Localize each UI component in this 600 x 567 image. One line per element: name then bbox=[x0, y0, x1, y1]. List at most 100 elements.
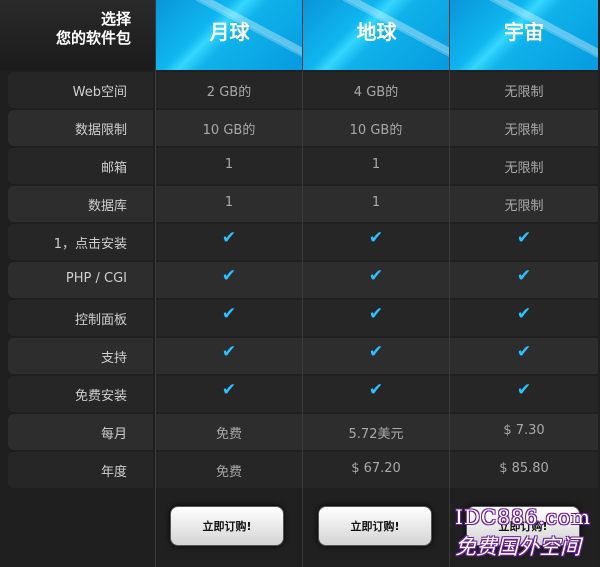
plan-header-earth: 地球 bbox=[303, 0, 450, 70]
order-button-label: 立即订购! bbox=[202, 520, 252, 533]
plan-name: 地球 bbox=[356, 20, 397, 44]
feature-label: 每月 bbox=[100, 427, 127, 442]
corner-header: 选择 您的软件包 bbox=[0, 0, 155, 70]
feature-value: 无限制 bbox=[504, 85, 544, 100]
feature-label-cell: 年度 bbox=[8, 452, 153, 488]
feature-value: 10 GB的 bbox=[202, 123, 256, 138]
feature-label: 邮箱 bbox=[100, 161, 127, 176]
feature-label: 年度 bbox=[100, 465, 127, 480]
feature-value-cell: ✔ bbox=[303, 262, 449, 298]
feature-value-cell: 无限制 bbox=[450, 186, 598, 222]
feature-value-cell: ✔ bbox=[156, 224, 302, 260]
feature-label-cell: PHP / CGI bbox=[8, 262, 153, 298]
checkmark-icon: ✔ bbox=[368, 304, 384, 324]
feature-row: 控制面板 ✔ ✔ ✔ bbox=[0, 300, 600, 336]
feature-label-cell: 数据限制 bbox=[8, 110, 153, 146]
feature-value: 无限制 bbox=[504, 199, 544, 214]
feature-value-cell: 免费 bbox=[156, 452, 302, 488]
feature-label: 1，点击安装 bbox=[53, 237, 127, 252]
feature-value: 免费 bbox=[215, 427, 242, 442]
checkmark-icon: ✔ bbox=[516, 380, 532, 400]
corner-title-line1: 选择 bbox=[100, 10, 131, 28]
plan-header-universe: 宇宙 bbox=[450, 0, 598, 70]
feature-value: 10 GB的 bbox=[349, 123, 403, 138]
feature-value-cell: $ 85.80 bbox=[450, 452, 598, 488]
feature-value: 1 bbox=[371, 157, 381, 172]
feature-value-cell: 无限制 bbox=[450, 148, 598, 184]
feature-value-cell: $ 67.20 bbox=[303, 452, 449, 488]
feature-value-cell: ✔ bbox=[156, 300, 302, 336]
order-button-moon[interactable]: 立即订购! bbox=[170, 506, 284, 546]
feature-value: 4 GB的 bbox=[353, 85, 399, 100]
feature-value: $ 85.80 bbox=[499, 461, 549, 476]
feature-value-cell: ✔ bbox=[156, 262, 302, 298]
feature-row: 年度 免费 $ 67.20 $ 85.80 bbox=[0, 452, 600, 488]
feature-value: 1 bbox=[224, 195, 234, 210]
order-button-earth[interactable]: 立即订购! bbox=[318, 506, 432, 546]
feature-value-cell: ✔ bbox=[450, 224, 598, 260]
checkmark-icon: ✔ bbox=[221, 304, 237, 324]
feature-value: 2 GB的 bbox=[206, 85, 252, 100]
checkmark-icon: ✔ bbox=[221, 342, 237, 362]
pricing-table: 选择 您的软件包 月球 地球 宇宙 Web空间 2 GB的 4 GB的 无限制 数据限制… bbox=[0, 0, 600, 567]
feature-value-cell: 1 bbox=[156, 186, 302, 222]
feature-label: PHP / CGI bbox=[65, 271, 127, 286]
feature-value-cell: 免费 bbox=[156, 414, 302, 450]
feature-label-cell: Web空间 bbox=[8, 72, 153, 108]
checkmark-icon: ✔ bbox=[368, 380, 384, 400]
feature-value-cell: 2 GB的 bbox=[156, 72, 302, 108]
feature-label: 数据库 bbox=[87, 199, 127, 214]
feature-value-cell: 10 GB的 bbox=[156, 110, 302, 146]
feature-value-cell: 1 bbox=[303, 186, 449, 222]
feature-row: Web空间 2 GB的 4 GB的 无限制 bbox=[0, 72, 600, 108]
feature-value-cell: 1 bbox=[156, 148, 302, 184]
feature-value-cell: ✔ bbox=[450, 300, 598, 336]
feature-row: 数据限制 10 GB的 10 GB的 无限制 bbox=[0, 110, 600, 146]
feature-row: 数据库 1 1 无限制 bbox=[0, 186, 600, 222]
corner-title: 选择 您的软件包 bbox=[56, 10, 131, 48]
feature-value-cell: $ 7.30 bbox=[450, 414, 598, 450]
feature-label-cell: 邮箱 bbox=[8, 148, 153, 184]
feature-value: 免费 bbox=[215, 465, 242, 480]
watermark-slogan: 免费国外空间 bbox=[455, 535, 581, 559]
feature-value-cell: ✔ bbox=[450, 376, 598, 412]
checkmark-icon: ✔ bbox=[221, 380, 237, 400]
checkmark-icon: ✔ bbox=[516, 342, 532, 362]
feature-value-cell: 5.72美元 bbox=[303, 414, 449, 450]
plan-header-moon: 月球 bbox=[156, 0, 303, 70]
feature-value: 无限制 bbox=[504, 161, 544, 176]
feature-value-cell: 无限制 bbox=[450, 110, 598, 146]
watermark-domain: IDC886.com bbox=[455, 505, 591, 529]
checkmark-icon: ✔ bbox=[368, 342, 384, 362]
feature-value: 1 bbox=[371, 195, 381, 210]
plan-name: 月球 bbox=[209, 20, 250, 44]
feature-value-cell: ✔ bbox=[303, 338, 449, 374]
feature-row: 邮箱 1 1 无限制 bbox=[0, 148, 600, 184]
feature-row: 1，点击安装 ✔ ✔ ✔ bbox=[0, 224, 600, 260]
feature-value-cell: ✔ bbox=[450, 338, 598, 374]
feature-label-cell: 每月 bbox=[8, 414, 153, 450]
feature-row: 支持 ✔ ✔ ✔ bbox=[0, 338, 600, 374]
feature-value: 1 bbox=[224, 157, 234, 172]
checkmark-icon: ✔ bbox=[516, 228, 532, 248]
feature-value-cell: ✔ bbox=[303, 376, 449, 412]
feature-label-cell: 1，点击安装 bbox=[8, 224, 153, 260]
checkmark-icon: ✔ bbox=[221, 228, 237, 248]
feature-value-cell: ✔ bbox=[450, 262, 598, 298]
checkmark-icon: ✔ bbox=[516, 304, 532, 324]
feature-label-cell: 控制面板 bbox=[8, 300, 153, 336]
plan-name: 宇宙 bbox=[504, 20, 544, 44]
feature-value-cell: ✔ bbox=[156, 376, 302, 412]
feature-label: 支持 bbox=[100, 351, 127, 366]
checkmark-icon: ✔ bbox=[368, 228, 384, 248]
feature-value-cell: ✔ bbox=[303, 224, 449, 260]
feature-label-cell: 数据库 bbox=[8, 186, 153, 222]
feature-label-cell: 支持 bbox=[8, 338, 153, 374]
feature-label-cell: 免费安装 bbox=[8, 376, 153, 412]
feature-value: 无限制 bbox=[504, 123, 544, 138]
feature-value-cell: ✔ bbox=[303, 300, 449, 336]
feature-value-cell: ✔ bbox=[156, 338, 302, 374]
feature-value: $ 7.30 bbox=[503, 423, 545, 438]
feature-value: $ 67.20 bbox=[351, 461, 401, 476]
checkmark-icon: ✔ bbox=[221, 266, 237, 286]
